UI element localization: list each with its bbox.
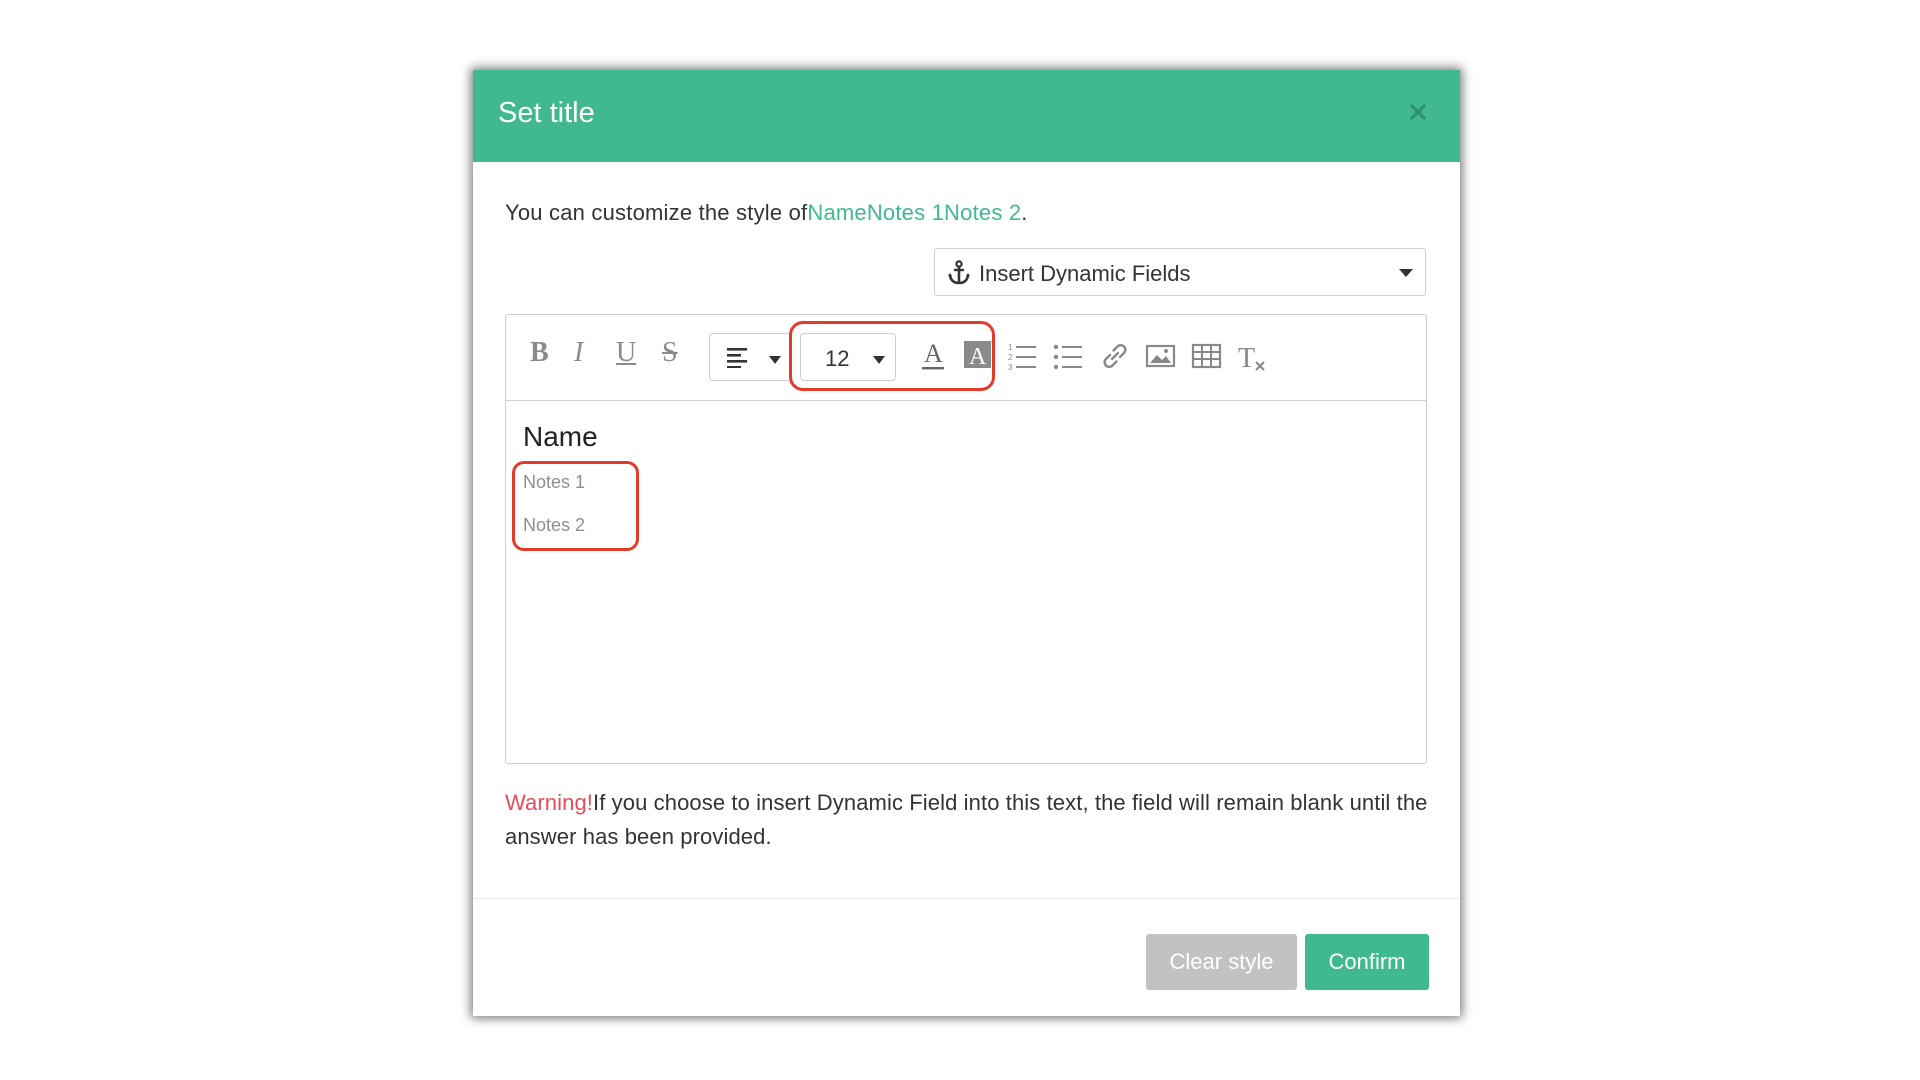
svg-text:3: 3 bbox=[1008, 363, 1013, 372]
editor-toolbar: B I U S 12 A A 1 2 3 T bbox=[506, 315, 1426, 401]
chevron-down-icon bbox=[1399, 269, 1413, 277]
align-left-icon bbox=[727, 348, 747, 368]
font-color-button[interactable]: A bbox=[916, 337, 950, 375]
ordered-list-button[interactable]: 1 2 3 bbox=[1006, 337, 1040, 375]
clear-formatting-glyph: T bbox=[1238, 343, 1255, 374]
bullet-list-icon bbox=[1053, 344, 1082, 370]
table-button[interactable] bbox=[1190, 337, 1224, 375]
footer-divider bbox=[473, 898, 1460, 899]
bold-button[interactable]: B bbox=[530, 333, 549, 373]
content-notes-1-field[interactable]: Notes 1 bbox=[523, 472, 585, 493]
image-icon bbox=[1145, 344, 1176, 368]
chevron-down-icon bbox=[769, 356, 781, 364]
content-notes-2-field[interactable]: Notes 2 bbox=[523, 515, 585, 536]
bullet-list-button[interactable] bbox=[1052, 337, 1086, 375]
background-color-icon: A bbox=[964, 341, 991, 370]
chevron-down-icon bbox=[873, 356, 885, 364]
description-fields: NameNotes 1Notes 2 bbox=[807, 200, 1022, 225]
close-icon bbox=[1410, 104, 1426, 120]
underline-button[interactable]: U bbox=[616, 333, 636, 373]
anchor-icon bbox=[948, 260, 970, 285]
rich-text-editor: B I U S 12 A A 1 2 3 T Name Notes 1 Note… bbox=[505, 314, 1427, 764]
clear-style-button[interactable]: Clear style bbox=[1146, 934, 1297, 990]
confirm-button[interactable]: Confirm bbox=[1305, 934, 1429, 990]
description-suffix: . bbox=[1021, 200, 1028, 225]
strikethrough-button[interactable]: S bbox=[662, 333, 678, 373]
clear-formatting-button[interactable]: T bbox=[1236, 337, 1270, 375]
link-button[interactable] bbox=[1098, 337, 1132, 375]
italic-button[interactable]: I bbox=[574, 333, 583, 373]
warning-text: If you choose to insert Dynamic Field in… bbox=[505, 790, 1428, 849]
set-title-dialog: Set title You can customize the style of… bbox=[473, 70, 1460, 1016]
dialog-header: Set title bbox=[473, 70, 1460, 162]
dialog-title: Set title bbox=[498, 97, 595, 129]
insert-dynamic-fields-dropdown[interactable]: Insert Dynamic Fields bbox=[934, 248, 1426, 296]
svg-text:2: 2 bbox=[1008, 353, 1013, 362]
font-color-glyph: A bbox=[924, 339, 943, 368]
ordered-list-icon: 1 2 3 bbox=[1008, 343, 1036, 372]
editor-content-area[interactable]: Name Notes 1 Notes 2 bbox=[506, 401, 1426, 763]
description-text: You can customize the style ofNameNotes … bbox=[505, 200, 1028, 226]
description-prefix: You can customize the style of bbox=[505, 200, 808, 225]
link-icon bbox=[1103, 343, 1127, 369]
clear-formatting-icon: T bbox=[1238, 343, 1265, 374]
close-button[interactable] bbox=[1404, 98, 1432, 126]
image-button[interactable] bbox=[1144, 337, 1178, 375]
background-color-button[interactable]: A bbox=[960, 337, 994, 375]
warning-message: Warning!If you choose to insert Dynamic … bbox=[505, 786, 1435, 854]
font-color-icon: A bbox=[922, 339, 944, 370]
table-icon bbox=[1191, 343, 1222, 369]
font-size-dropdown[interactable]: 12 bbox=[800, 333, 896, 381]
font-size-value: 12 bbox=[825, 346, 850, 371]
content-name-field[interactable]: Name bbox=[523, 421, 598, 453]
background-color-glyph: A bbox=[969, 344, 987, 370]
warning-label: Warning! bbox=[505, 790, 594, 815]
insert-dynamic-fields-label: Insert Dynamic Fields bbox=[979, 261, 1191, 286]
align-dropdown[interactable] bbox=[709, 333, 792, 381]
svg-text:1: 1 bbox=[1008, 343, 1013, 352]
